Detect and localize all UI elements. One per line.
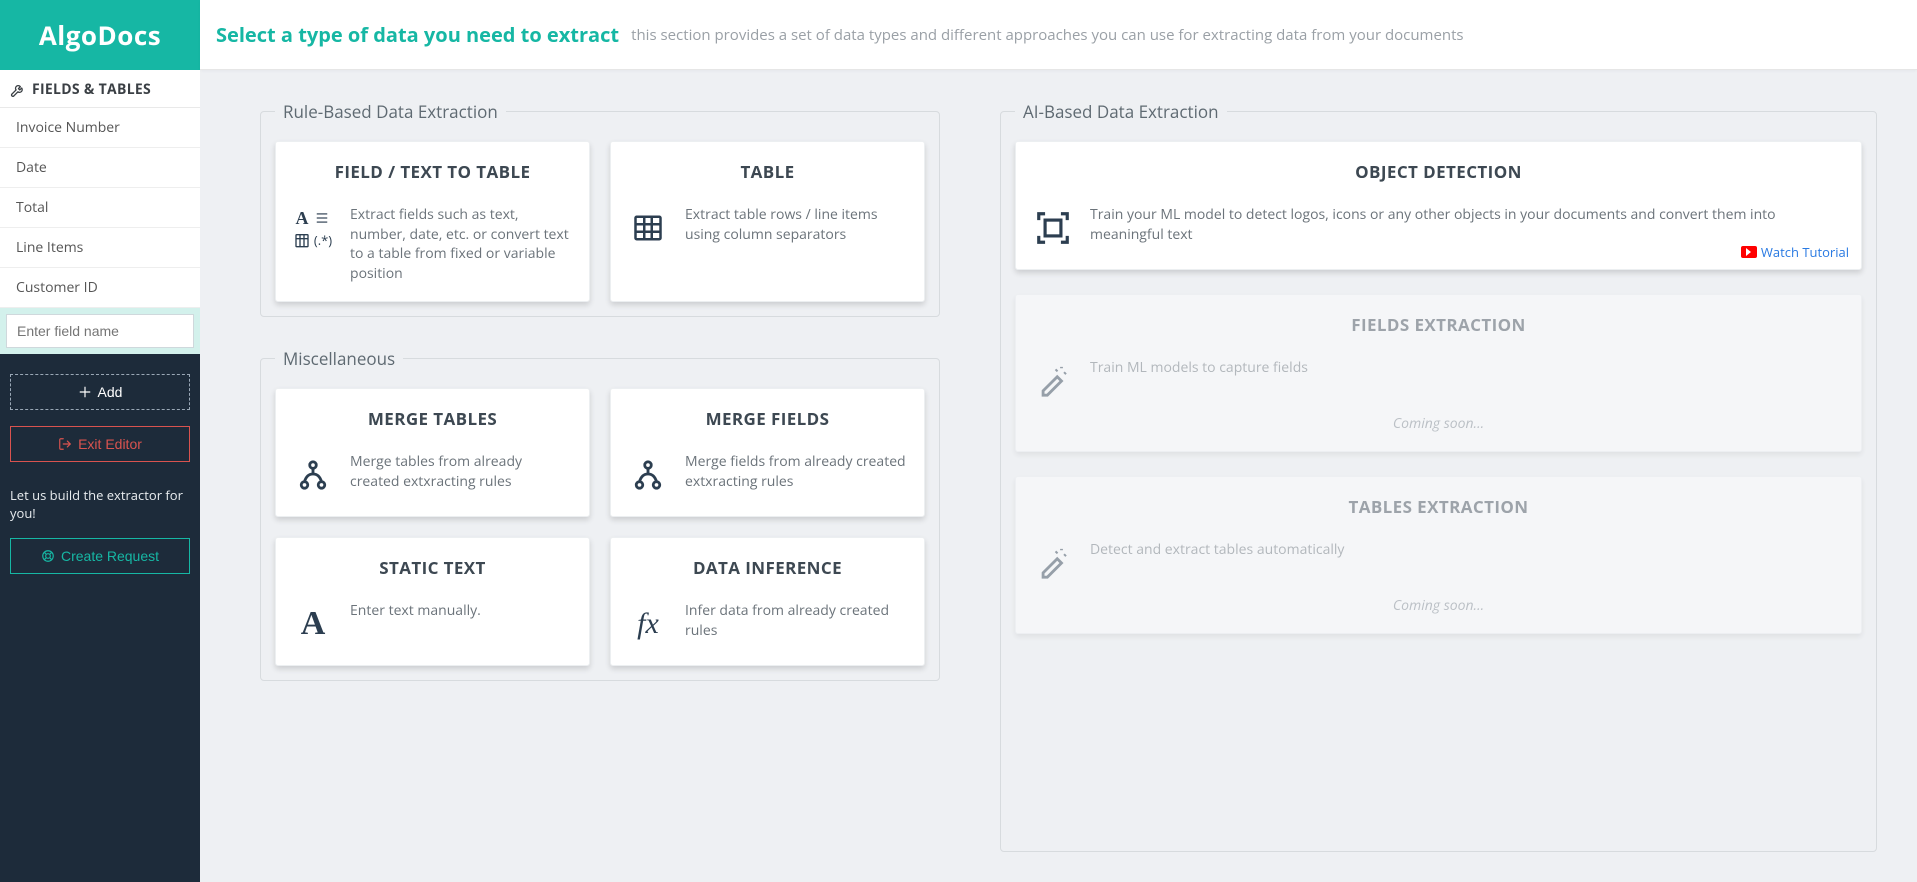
card-merge-fields[interactable]: MERGE FIELDS Merge fields from already c… <box>610 388 925 517</box>
sidebar-section-title: FIELDS & TABLES <box>32 80 151 99</box>
table-icon <box>625 205 671 251</box>
page-subtitle: this section provides a set of data type… <box>631 25 1463 45</box>
card-fields-extraction: FIELDS EXTRACTION Train ML models to cap… <box>1015 294 1862 452</box>
add-button-label: Add <box>98 384 123 400</box>
field-name-input[interactable] <box>6 314 194 348</box>
page-header: Select a type of data you need to extrac… <box>200 0 1917 70</box>
wrench-icon <box>10 82 26 98</box>
group-legend: AI-Based Data Extraction <box>1015 100 1227 123</box>
create-request-button[interactable]: Create Request <box>10 538 190 574</box>
group-legend: Rule-Based Data Extraction <box>275 100 506 123</box>
card-desc: Train your ML model to detect logos, ico… <box>1090 205 1847 244</box>
merge-icon <box>290 452 336 498</box>
card-static-text[interactable]: STATIC TEXT A Enter text manually. <box>275 537 590 666</box>
sidebar: FIELDS & TABLES Invoice Number Date Tota… <box>0 70 200 882</box>
sidebar-section-header: FIELDS & TABLES <box>0 70 200 107</box>
magic-wand-icon <box>1030 540 1076 586</box>
letter-a-icon: A <box>290 601 336 647</box>
card-merge-tables[interactable]: MERGE TABLES Merge tables from already c… <box>275 388 590 517</box>
field-list: Invoice Number Date Total Line Items Cus… <box>0 107 200 308</box>
card-title: DATA INFERENCE <box>625 556 910 579</box>
card-title: FIELDS EXTRACTION <box>1030 313 1847 336</box>
plus-icon <box>78 385 92 399</box>
card-desc: Extract table rows / line items using co… <box>685 205 910 244</box>
field-item[interactable]: Total <box>0 188 200 228</box>
field-item[interactable]: Date <box>0 148 200 188</box>
card-title: TABLES EXTRACTION <box>1030 495 1847 518</box>
main-content: Rule-Based Data Extraction FIELD / TEXT … <box>200 70 1917 882</box>
youtube-icon <box>1741 246 1757 258</box>
card-desc: Detect and extract tables automatically <box>1090 540 1847 560</box>
watch-tutorial-label: Watch Tutorial <box>1761 243 1849 261</box>
exit-editor-button[interactable]: Exit Editor <box>10 426 190 462</box>
card-desc: Infer data from already created rules <box>685 601 910 640</box>
field-text-icon: A (.*) <box>290 205 336 251</box>
group-legend: Miscellaneous <box>275 347 403 370</box>
card-object-detection[interactable]: OBJECT DETECTION Train your ML model to … <box>1015 141 1862 270</box>
field-item[interactable]: Invoice Number <box>0 108 200 148</box>
card-title: MERGE FIELDS <box>625 407 910 430</box>
coming-soon-label: Coming soon... <box>1030 596 1847 615</box>
card-title: FIELD / TEXT TO TABLE <box>290 160 575 183</box>
group-rule-based: Rule-Based Data Extraction FIELD / TEXT … <box>260 100 940 317</box>
lifebuoy-icon <box>41 549 55 563</box>
card-desc: Merge fields from already created extxra… <box>685 452 910 491</box>
card-desc: Train ML models to capture fields <box>1090 358 1847 378</box>
card-desc: Extract fields such as text, number, dat… <box>350 205 575 283</box>
object-detection-icon <box>1030 205 1076 251</box>
card-title: OBJECT DETECTION <box>1030 160 1847 183</box>
card-table[interactable]: TABLE Extract table rows / line items us… <box>610 141 925 302</box>
card-title: MERGE TABLES <box>290 407 575 430</box>
merge-icon <box>625 452 671 498</box>
logo[interactable]: AlgoDocs <box>0 0 200 70</box>
group-misc: Miscellaneous MERGE TABLES Merge tables … <box>260 347 940 681</box>
card-title: STATIC TEXT <box>290 556 575 579</box>
field-item[interactable]: Line Items <box>0 228 200 268</box>
card-title: TABLE <box>625 160 910 183</box>
watch-tutorial-link[interactable]: Watch Tutorial <box>1741 243 1849 261</box>
exit-icon <box>58 437 72 451</box>
create-button-label: Create Request <box>61 548 159 564</box>
group-ai-based: AI-Based Data Extraction OBJECT DETECTIO… <box>1000 100 1877 852</box>
help-text: Let us build the extractor for you! <box>10 486 190 522</box>
magic-wand-icon <box>1030 358 1076 404</box>
page-title: Select a type of data you need to extrac… <box>216 21 619 48</box>
card-desc: Enter text manually. <box>350 601 575 621</box>
function-fx-icon: fx <box>625 601 671 647</box>
card-desc: Merge tables from already created extxra… <box>350 452 575 491</box>
card-field-text-to-table[interactable]: FIELD / TEXT TO TABLE A (.*) Extract fie… <box>275 141 590 302</box>
coming-soon-label: Coming soon... <box>1030 414 1847 433</box>
logo-text: AlgoDocs <box>39 17 161 53</box>
add-button[interactable]: Add <box>10 374 190 410</box>
card-tables-extraction: TABLES EXTRACTION Detect and extract tab… <box>1015 476 1862 634</box>
field-item[interactable]: Customer ID <box>0 268 200 308</box>
card-data-inference[interactable]: DATA INFERENCE fx Infer data from alread… <box>610 537 925 666</box>
exit-button-label: Exit Editor <box>78 436 142 452</box>
